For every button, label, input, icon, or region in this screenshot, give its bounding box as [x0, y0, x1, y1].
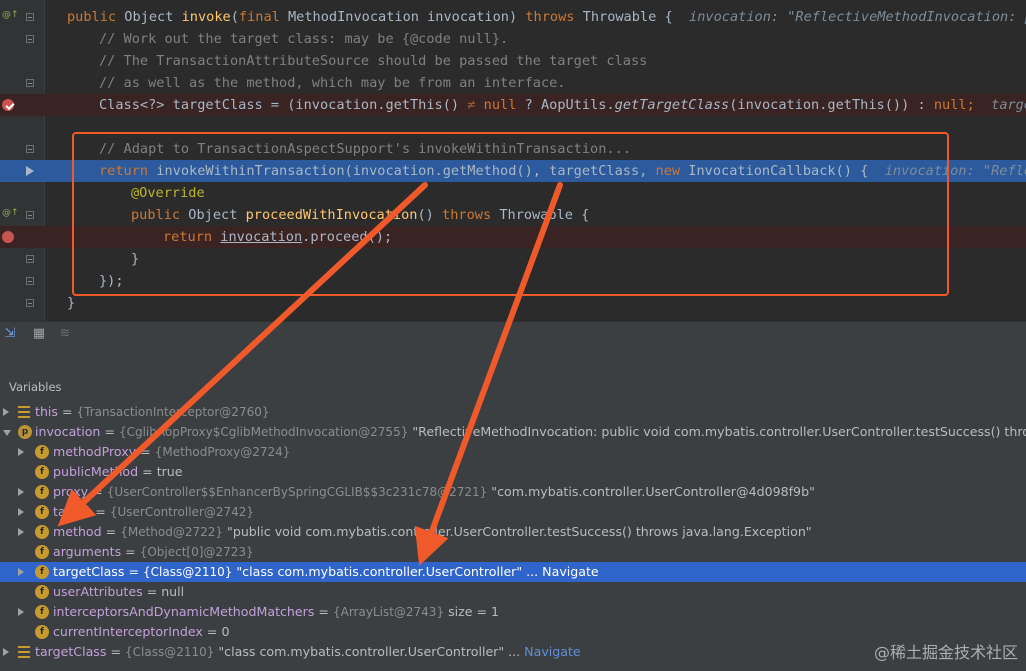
overrides-icon[interactable]: @↑ [2, 10, 19, 20]
code-line-breakpoint[interactable]: Class<?> targetClass = (invocation.getTh… [0, 94, 1026, 116]
fold-icon[interactable] [26, 145, 34, 153]
variable-text: invocation = {CglibAopProxy$CglibMethodI… [35, 424, 1026, 439]
variable-text: methodProxy = {MethodProxy@2724} [53, 444, 291, 459]
inline-debug-value: targe [991, 97, 1026, 113]
breakpoint-icon[interactable] [2, 231, 14, 243]
variable-text: this = {TransactionInterceptor@2760} [35, 404, 270, 419]
expand-arrow-icon[interactable] [18, 528, 24, 536]
field-icon: f [35, 505, 49, 519]
code-line[interactable]: // Work out the target class: may be {@c… [0, 28, 1026, 50]
variable-row[interactable]: targetClass = {Class@2110} "class com.my… [0, 642, 1026, 662]
table-view-icon[interactable]: ▦ [32, 327, 46, 341]
field-icon: f [35, 605, 49, 619]
expand-arrow-icon[interactable] [18, 508, 24, 516]
variables-header: Variables [0, 350, 1026, 400]
list-icon [18, 406, 30, 418]
expand-arrow-icon[interactable] [3, 408, 9, 416]
expand-arrow-icon[interactable] [18, 568, 24, 576]
variable-text: targetClass = {Class@2110} "class com.my… [53, 564, 599, 579]
code-line[interactable]: // as well as the method, which may be f… [0, 72, 1026, 94]
expand-arrow-icon[interactable] [18, 448, 24, 456]
code-comment: // The TransactionAttributeSource should… [99, 53, 648, 69]
fold-icon[interactable] [26, 13, 34, 21]
variable-row[interactable]: f proxy = {UserController$$EnhancerBySpr… [0, 482, 1026, 502]
code-comment: // as well as the method, which may be f… [99, 75, 566, 91]
ide-window: @↑ public Object invoke(final MethodInvo… [0, 0, 1026, 671]
fold-icon[interactable] [26, 211, 34, 219]
variable-row[interactable]: f currentInterceptorIndex = 0 [0, 622, 1026, 642]
expand-arrow-icon[interactable] [18, 608, 24, 616]
variable-row[interactable]: p invocation = {CglibAopProxy$CglibMetho… [0, 422, 1026, 442]
navigate-link[interactable]: Navigate [520, 644, 581, 659]
implements-icon[interactable]: @↑ [2, 208, 19, 218]
code-text: Class<?> targetClass = (invocation.getTh… [99, 94, 1026, 116]
fold-icon[interactable] [26, 299, 34, 307]
variable-text: target = {UserController@2742} [53, 504, 255, 519]
field-icon: f [35, 625, 49, 639]
parameter-icon: p [18, 425, 32, 439]
execution-point-icon [26, 166, 34, 176]
variable-row[interactable]: f method = {Method@2722} "public void co… [0, 522, 1026, 542]
variable-row[interactable]: this = {TransactionInterceptor@2760} [0, 402, 1026, 422]
variable-row[interactable]: f target = {UserController@2742} [0, 502, 1026, 522]
variable-text: publicMethod = true [53, 464, 183, 479]
code-text: public Object invoke(final MethodInvocat… [67, 6, 1026, 28]
watermark: @稀土掘金技术社区 [873, 643, 1018, 662]
list-icon [18, 646, 30, 658]
variable-text: method = {Method@2722} "public void com.… [53, 524, 812, 539]
fold-icon[interactable] [26, 35, 34, 43]
field-icon: f [35, 525, 49, 539]
variable-text: interceptorsAndDynamicMethodMatchers = {… [53, 604, 500, 619]
variable-text: currentInterceptorIndex = 0 [53, 624, 230, 639]
variables-title: Variables [9, 380, 62, 394]
variable-text: arguments = {Object[0]@2723} [53, 544, 254, 559]
fold-icon[interactable] [26, 277, 34, 285]
navigate-link[interactable]: Navigate [538, 564, 599, 579]
variables-tree[interactable]: this = {TransactionInterceptor@2760} p i… [0, 400, 1026, 671]
restore-layout-icon[interactable]: ⇲ [3, 327, 17, 341]
highlight-box [72, 132, 949, 296]
breakpoint-verified-icon[interactable] [2, 99, 15, 111]
code-editor[interactable]: @↑ public Object invoke(final MethodInvo… [0, 0, 1026, 321]
variable-row[interactable]: f arguments = {Object[0]@2723} [0, 542, 1026, 562]
fold-icon[interactable] [26, 255, 34, 263]
expand-arrow-icon[interactable] [18, 488, 24, 496]
field-icon: f [35, 445, 49, 459]
stream-trace-icon[interactable]: ≋ [58, 327, 72, 341]
collapse-arrow-icon[interactable] [3, 430, 11, 436]
field-icon: f [35, 485, 49, 499]
variable-text: targetClass = {Class@2110} "class com.my… [35, 644, 581, 659]
field-icon: f [35, 565, 49, 579]
code-line[interactable]: // The TransactionAttributeSource should… [0, 50, 1026, 72]
field-icon: f [35, 585, 49, 599]
debugger-toolbar: ⇲ ▦ ≋ [0, 321, 1026, 351]
variable-text: userAttributes = null [53, 584, 185, 599]
variable-row[interactable]: f methodProxy = {MethodProxy@2724} [0, 442, 1026, 462]
code-line[interactable]: @↑ public Object invoke(final MethodInvo… [0, 6, 1026, 28]
field-icon: f [35, 465, 49, 479]
expand-arrow-icon[interactable] [3, 648, 9, 656]
fold-icon[interactable] [26, 79, 34, 87]
variable-row[interactable]: f interceptorsAndDynamicMethodMatchers =… [0, 602, 1026, 622]
field-icon: f [35, 545, 49, 559]
variable-text: proxy = {UserController$$EnhancerBySprin… [53, 484, 815, 499]
code-comment: // Work out the target class: may be {@c… [99, 31, 509, 47]
inline-debug-value: invocation: "ReflectiveMethodInvocation:… [672, 9, 1026, 25]
variable-row[interactable]: f userAttributes = null [0, 582, 1026, 602]
variable-row[interactable]: f publicMethod = true [0, 462, 1026, 482]
variable-row-selected[interactable]: f targetClass = {Class@2110} "class com.… [0, 562, 1026, 582]
